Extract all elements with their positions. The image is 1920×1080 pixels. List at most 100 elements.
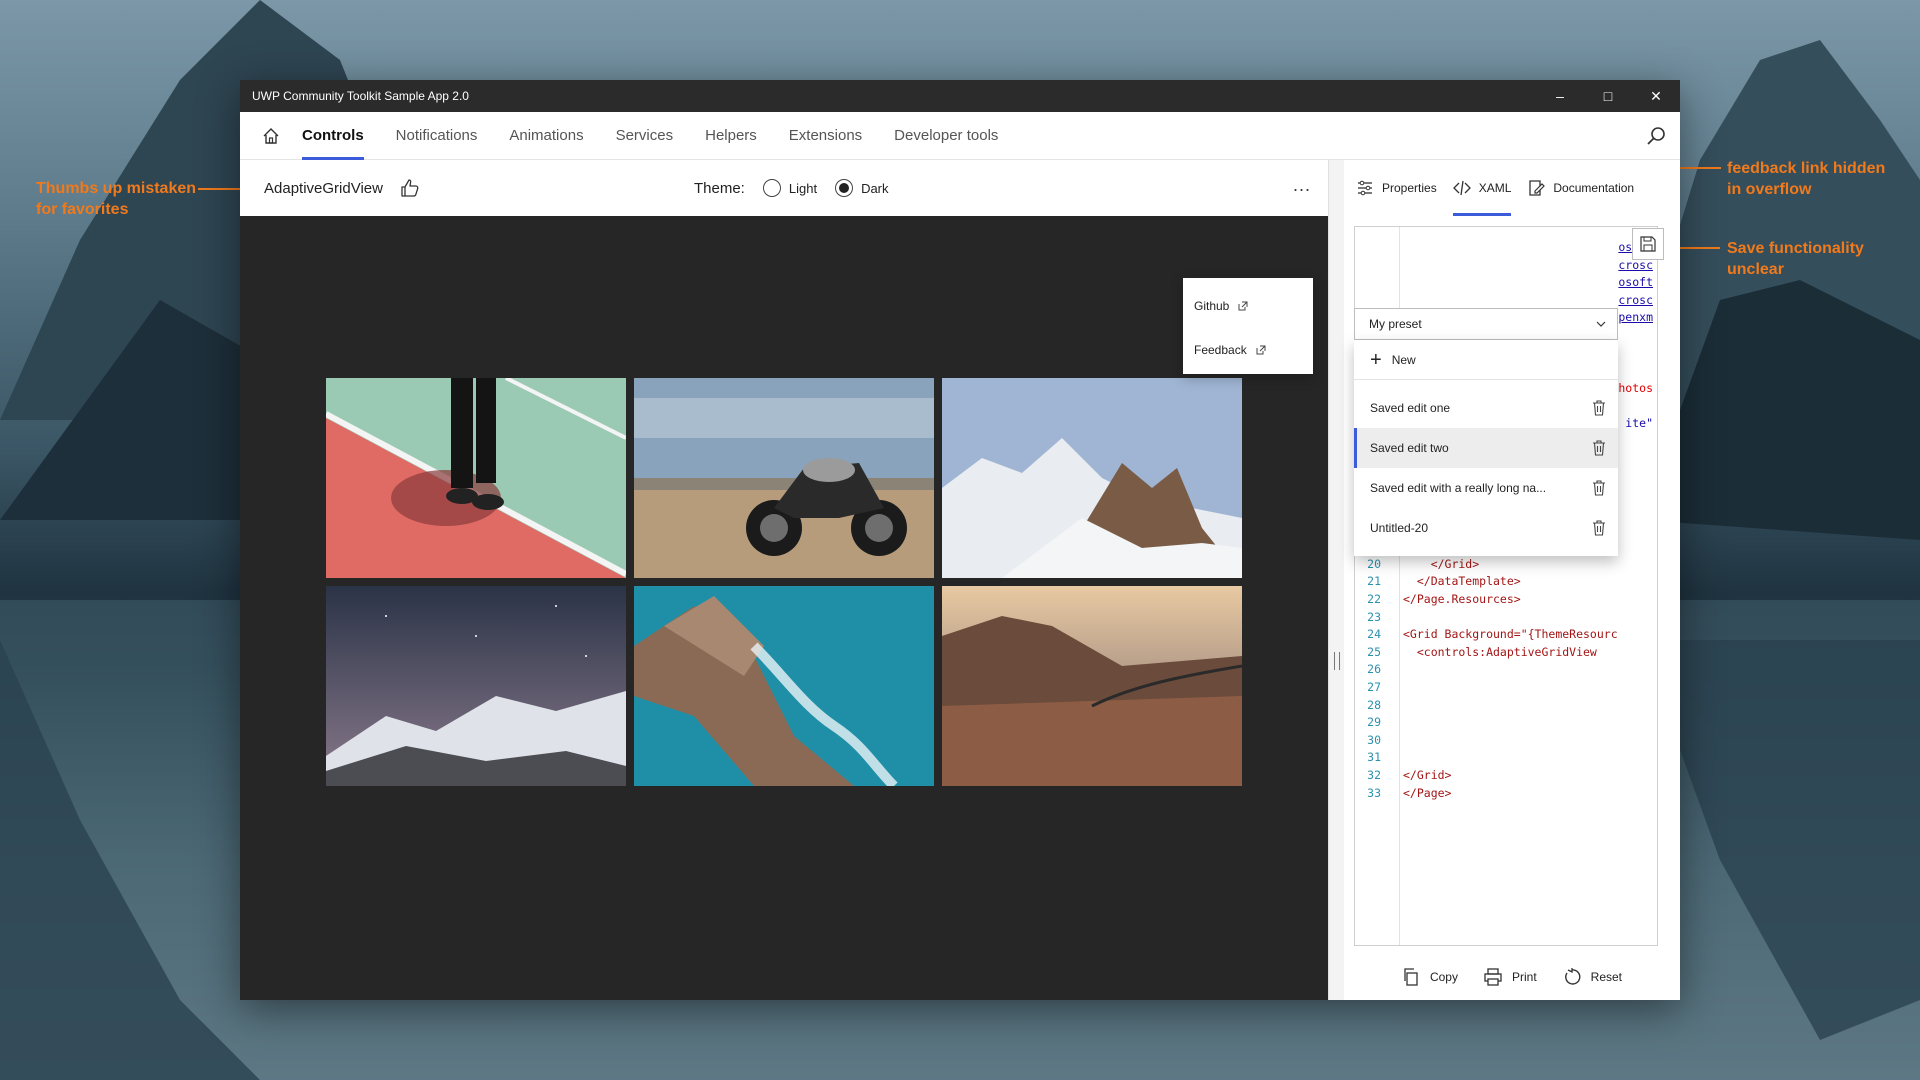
preset-item[interactable]: Saved edit with a really long na... [1354,468,1618,508]
code-text: <controls:AdaptiveGridView [1403,644,1597,659]
splitter-grip-icon[interactable] [1334,652,1340,670]
tab-documentation[interactable]: Documentation [1527,160,1634,216]
annotation-thumbs: Thumbs up mistaken for favorites [36,180,197,218]
top-nav: Controls Notifications Animations Servic… [240,112,1680,160]
sneakers-photo [326,378,626,578]
tab-helpers[interactable]: Helpers [705,112,757,160]
tab-developer-tools[interactable]: Developer tools [894,112,998,160]
window-controls: – □ ✕ [1536,80,1680,112]
code-line: 29 [1355,714,1657,732]
code-line: 31 [1355,749,1657,767]
maximize-button[interactable]: □ [1584,80,1632,112]
tab-controls[interactable]: Controls [302,112,364,160]
preset-item-selected[interactable]: Saved edit two [1354,428,1618,468]
line-number: 28 [1367,697,1381,712]
code-text: </Grid> [1403,768,1452,782]
code-text: </Page> [1403,785,1452,800]
title-bar: UWP Community Toolkit Sample App 2.0 – □… [240,80,1680,112]
preset-item-label: Untitled-20 [1370,521,1429,535]
code-text: </Page.Resources> [1403,592,1521,606]
theme-light-label[interactable]: Light [789,181,817,196]
copy-button[interactable]: Copy [1402,968,1458,986]
preset-selected-value: My preset [1369,317,1422,331]
tab-xaml-label: XAML [1478,181,1512,195]
print-icon [1484,968,1502,986]
preset-item[interactable]: Untitled-20 [1354,508,1618,548]
trash-icon[interactable] [1592,480,1606,496]
preset-select[interactable]: My preset [1354,308,1618,340]
code-line: 33 </Page> [1355,785,1657,803]
tab-xaml[interactable]: XAML [1452,160,1512,216]
grid-image-desert-road[interactable] [942,586,1242,786]
close-button[interactable]: ✕ [1632,80,1680,112]
night-mountain-photo [326,586,626,786]
tab-extensions[interactable]: Extensions [789,112,862,160]
code-text: </Grid> [1403,556,1480,571]
new-preset-button[interactable]: + New [1354,340,1618,380]
line-number: 25 [1367,644,1381,659]
code-line: 26 [1355,661,1657,679]
grid-image-motorcycle[interactable] [634,378,934,578]
theme-dark-radio[interactable] [835,179,854,197]
ocean-rocks-photo [634,586,934,786]
line-number: 23 [1367,609,1381,624]
sample-content: AdaptiveGridView Theme: Light Dark ... G… [240,160,1328,1000]
print-label: Print [1511,970,1537,984]
tab-properties-label: Properties [1382,181,1437,195]
editor-actions: Copy Print Reset [1344,954,1680,1000]
tab-animations[interactable]: Animations [509,112,583,160]
trash-icon[interactable] [1592,520,1606,536]
line-number: 24 [1367,627,1381,642]
github-link[interactable]: Github [1183,284,1313,328]
save-icon [1640,236,1656,252]
home-button[interactable] [240,112,302,160]
copy-label: Copy [1429,970,1458,984]
line-number: 27 [1367,680,1381,694]
plus-icon: + [1370,348,1382,371]
search-icon[interactable] [1644,124,1668,148]
minimize-button[interactable]: – [1536,80,1584,112]
tab-properties[interactable]: Properties [1356,160,1437,216]
trash-icon[interactable] [1592,440,1606,456]
code-text: penxm [1618,310,1653,325]
print-button[interactable]: Print [1484,968,1537,986]
line-number: 21 [1367,574,1381,589]
overflow-menu: Github Feedback [1183,278,1313,374]
github-link-label: Github [1194,299,1230,313]
preset-item[interactable]: Saved edit one [1354,388,1618,428]
tab-services[interactable]: Services [616,112,674,160]
app-window: UWP Community Toolkit Sample App 2.0 – □… [240,80,1680,1000]
line-number: 20 [1367,556,1381,571]
code-line: 28 [1355,697,1657,715]
code-line: 24 <Grid Background="{ThemeResourc [1355,626,1657,644]
line-number: 33 [1367,785,1381,800]
theme-selector: Theme: Light Dark [694,160,889,216]
theme-label: Theme: [694,179,745,197]
grid-image-sneakers[interactable] [326,378,626,578]
code-text: crosc [1618,292,1653,307]
annotation-feedback: feedback link hidden in overflow [1727,160,1886,198]
pane-splitter[interactable] [1328,160,1344,1000]
more-options-button[interactable]: ... [1290,176,1314,200]
code-line: 21 </DataTemplate> [1355,573,1657,591]
code-line: osoft [1355,274,1657,292]
feedback-link-label: Feedback [1194,343,1247,357]
save-preset-button[interactable] [1632,228,1664,260]
code-line: 32 </Grid> [1355,767,1657,785]
tab-notifications[interactable]: Notifications [396,112,478,160]
theme-dark-label[interactable]: Dark [861,181,888,196]
grid-image-night-mountain[interactable] [326,586,626,786]
feedback-link[interactable]: Feedback [1183,328,1313,372]
theme-light-radio[interactable] [762,179,781,197]
thumbs-up-icon[interactable] [399,177,421,199]
sample-header: AdaptiveGridView Theme: Light Dark ... [240,160,1328,216]
grid-image-snowy-peak[interactable] [942,378,1242,578]
home-icon [263,127,279,144]
line-number: 31 [1367,750,1381,765]
reset-button[interactable]: Reset [1563,968,1622,986]
code-line: 20 </Grid> [1355,556,1657,574]
line-number: 32 [1367,768,1381,782]
preset-item-label: Saved edit one [1370,401,1451,415]
grid-image-ocean-rocks[interactable] [634,586,934,786]
trash-icon[interactable] [1592,400,1606,416]
